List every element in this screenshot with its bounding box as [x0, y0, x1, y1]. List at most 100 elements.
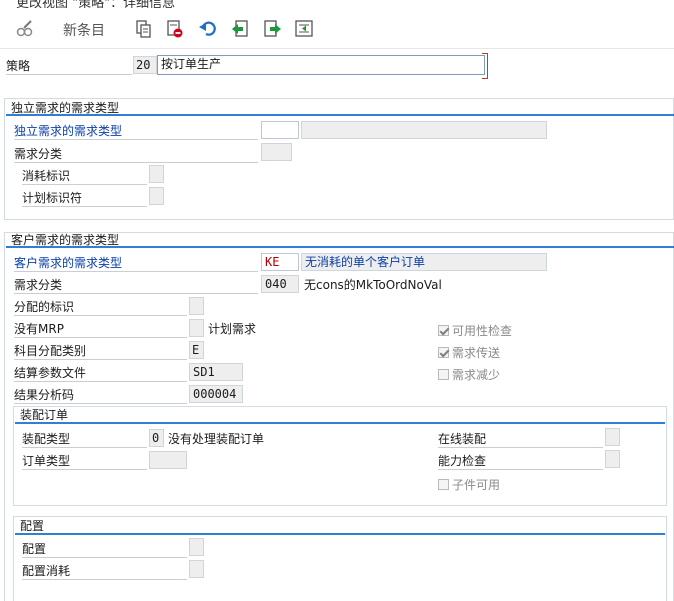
checkbox-unchecked-icon: [438, 479, 449, 490]
result-analysis-underline: [14, 403, 187, 404]
no-mrp-field: [189, 319, 204, 337]
toolbar: 新条目: [0, 8, 674, 48]
strategy-label-underline: [6, 74, 132, 75]
allocation-indicator-underline: [14, 315, 187, 316]
assembly-type-field: 0: [149, 429, 164, 447]
req-transfer-checkbox[interactable]: 需求传送: [438, 344, 500, 361]
allocation-indicator-label: 分配的标识: [14, 300, 75, 314]
online-assembly-underline: [438, 447, 603, 448]
checkbox-checked-icon: [438, 325, 449, 336]
customer-req-type-label: 客户需求的需求类型: [14, 256, 123, 270]
input-focus-bracket: [482, 53, 488, 79]
independent-req-type-input[interactable]: [261, 121, 299, 139]
previous-entry-button[interactable]: [229, 18, 251, 40]
consumption-indicator-label: 消耗标识: [22, 169, 71, 183]
settle-profile-underline: [14, 381, 187, 382]
window-title: 更改视图 "策略"：详细信息: [16, 0, 176, 8]
config-consumption-label: 配置消耗: [22, 564, 71, 578]
independent-req-group-bar: [6, 114, 674, 116]
order-type-label: 订单类型: [22, 454, 71, 468]
assembly-type-desc: 没有处理装配订单: [168, 432, 265, 446]
consumption-indicator-underline: [22, 184, 147, 185]
independent-req-type-underline: [14, 139, 258, 140]
select-block-button[interactable]: [293, 18, 315, 40]
result-analysis-label: 结果分析码: [14, 388, 75, 402]
delete-button[interactable]: [164, 18, 186, 40]
components-available-label: 子件可用: [452, 478, 501, 492]
customer-req-group-bar: [6, 246, 674, 248]
customer-req-type-input[interactable]: KE: [261, 253, 299, 271]
customer-req-type-desc: 无消耗的单个客户订单: [301, 253, 547, 271]
customer-req-type-underline: [14, 271, 258, 272]
req-reduction-checkbox[interactable]: 需求减少: [438, 366, 500, 383]
order-type-underline: [22, 469, 147, 470]
delete-icon: [167, 20, 183, 38]
independent-req-class-label: 需求分类: [14, 147, 63, 161]
settle-profile-label: 结算参数文件: [14, 366, 87, 380]
window-title-bar: 更改视图 "策略"：详细信息: [0, 0, 674, 8]
config-label: 配置: [22, 542, 47, 556]
config-group-title: 配置: [20, 519, 45, 533]
assembly-type-label: 装配类型: [22, 432, 71, 446]
planning-indicator-label: 计划标识符: [22, 191, 83, 205]
config-underline: [22, 557, 187, 558]
capacity-check-label: 能力检查: [438, 454, 487, 468]
no-mrp-label: 没有MRP: [14, 322, 64, 336]
next-entry-button[interactable]: [262, 18, 284, 40]
acct-assign-field: E: [189, 341, 204, 359]
no-mrp-desc: 计划需求: [208, 322, 257, 336]
assembly-type-underline: [22, 447, 147, 448]
availability-check-checkbox[interactable]: 可用性检查: [438, 322, 512, 339]
new-entries-button[interactable]: 新条目: [63, 20, 105, 40]
independent-req-group: [4, 98, 674, 220]
order-type-field: [149, 451, 187, 469]
req-reduction-label: 需求减少: [452, 368, 501, 382]
assembly-order-group: [13, 406, 667, 506]
strategy-name-input[interactable]: 按订单生产: [157, 55, 485, 75]
planning-indicator-underline: [22, 206, 147, 207]
independent-req-type-label: 独立需求的需求类型: [14, 124, 123, 138]
settle-profile-field: SD1: [189, 363, 243, 381]
strategy-code-field[interactable]: 20: [133, 56, 157, 74]
arrow-right-page-icon: [264, 20, 281, 37]
undo-button[interactable]: [197, 18, 219, 40]
checkbox-unchecked-icon: [438, 369, 449, 380]
online-assembly-field: [605, 428, 620, 446]
customer-req-class-underline: [14, 293, 258, 294]
assembly-order-group-bar: [15, 422, 665, 424]
online-assembly-label: 在线装配: [438, 432, 487, 446]
config-group-bar: [15, 533, 665, 535]
capacity-check-underline: [438, 469, 603, 470]
independent-req-class-underline: [14, 162, 258, 163]
config-field: [189, 538, 204, 556]
components-available-checkbox[interactable]: 子件可用: [438, 476, 500, 493]
independent-req-class-field: [261, 143, 292, 161]
transport-icon: [295, 20, 313, 37]
availability-check-label: 可用性检查: [452, 324, 513, 338]
planning-indicator-field: [149, 187, 164, 205]
capacity-check-field: [605, 450, 620, 468]
config-group: [13, 516, 667, 601]
copy-icon: [136, 20, 151, 38]
customer-req-class-desc: 无cons的MkToOrdNoVal: [304, 278, 442, 292]
consumption-indicator-field: [149, 165, 164, 183]
strategy-label: 策略: [6, 59, 31, 73]
config-consumption-underline: [22, 579, 187, 580]
req-transfer-label: 需求传送: [452, 346, 501, 360]
allocation-indicator-field: [189, 297, 204, 315]
config-consumption-field: [189, 560, 204, 578]
glasses-pencil-icon: [16, 20, 33, 37]
assembly-order-group-title: 装配订单: [20, 408, 69, 422]
independent-req-type-desc: [301, 121, 547, 139]
no-mrp-underline: [14, 337, 187, 338]
copy-as-button[interactable]: [133, 18, 155, 40]
arrow-left-page-icon: [232, 20, 248, 37]
checkbox-checked-icon: [438, 347, 449, 358]
acct-assign-label: 科目分配类别: [14, 344, 87, 358]
customer-req-class-label: 需求分类: [14, 278, 63, 292]
display-change-button[interactable]: [14, 18, 36, 40]
undo-icon: [199, 21, 216, 36]
toolbar-divider: [0, 48, 674, 49]
customer-req-class-field: 040: [261, 275, 299, 293]
result-analysis-field: 000004: [189, 385, 243, 403]
